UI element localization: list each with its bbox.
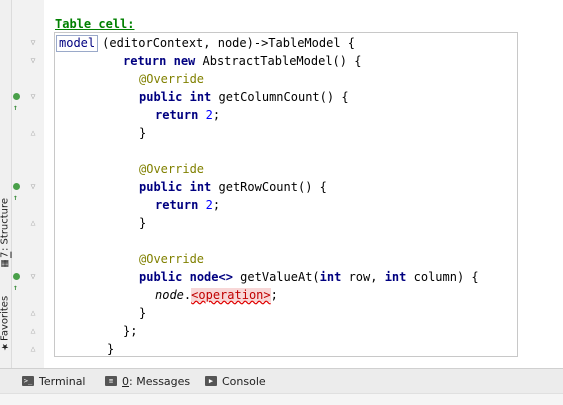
code-editor[interactable]: Table cell: model (editorContext, node)->… [44, 0, 563, 368]
console-tool-tab[interactable]: ▶ Console [205, 373, 266, 389]
left-tool-strip: ▦ 7: Structure ★ Favorites [0, 0, 12, 368]
structure-icon: ▦ [0, 257, 10, 268]
model-keyword[interactable]: model [56, 35, 99, 52]
fold-open-icon[interactable]: ▽ [29, 272, 37, 281]
table-cell-label: Table cell: [55, 17, 135, 31]
fold-open-icon[interactable]: ▽ [29, 38, 37, 47]
code-line[interactable]: }; [123, 322, 137, 340]
fold-close-icon[interactable]: △ [29, 308, 37, 317]
code-line[interactable]: } [107, 340, 114, 358]
fold-open-icon[interactable]: ▽ [29, 56, 37, 65]
terminal-tool-tab[interactable]: >_ Terminal [22, 373, 86, 389]
operation-placeholder[interactable]: <operation> [191, 288, 271, 302]
gutter-row: ▽ [12, 34, 44, 52]
messages-icon: ≡ [105, 376, 117, 386]
gutter-row: ▽ [12, 52, 44, 70]
gutter-row: △ [12, 304, 44, 322]
code-line[interactable]: } [139, 214, 146, 232]
gutter-row: ↑ ▽ [12, 268, 44, 292]
editor-gutter: ▽ ▽ ↑ ▽ △ ↑ ▽ △ ↑ ▽ △ △ △ [12, 0, 44, 368]
messages-tool-tab[interactable]: ≡ 0: Messages [105, 373, 190, 389]
favorites-tool-tab[interactable]: ★ Favorites [0, 292, 11, 356]
code-line[interactable]: model (editorContext, node)->TableModel { [56, 34, 355, 52]
code-line[interactable]: return 2; [155, 196, 220, 214]
code-line[interactable]: public int getColumnCount() { [139, 88, 349, 106]
code-line[interactable]: @Override [139, 160, 204, 178]
override-method-icon[interactable]: ↑ [13, 181, 25, 202]
fold-close-icon[interactable]: △ [29, 218, 37, 227]
gutter-row: △ [12, 340, 44, 358]
fold-close-icon[interactable]: △ [29, 344, 37, 353]
status-bar [0, 393, 563, 405]
bottom-tool-bar: >_ Terminal ≡ 0: Messages ▶ Console [0, 368, 563, 393]
code-line[interactable]: @Override [139, 70, 204, 88]
terminal-icon: >_ [22, 376, 34, 386]
fold-close-icon[interactable]: △ [29, 326, 37, 335]
gutter-row: ↑ ▽ [12, 178, 44, 202]
gutter-row: △ [12, 322, 44, 340]
code-line[interactable]: public node<> getValueAt(int row, int co… [139, 268, 479, 286]
code-line[interactable]: node.<operation>; [155, 286, 278, 304]
code-line[interactable]: return new AbstractTableModel() { [123, 52, 361, 70]
fold-close-icon[interactable]: △ [29, 128, 37, 137]
gutter-row: △ [12, 124, 44, 142]
code-line[interactable]: return 2; [155, 106, 220, 124]
console-icon: ▶ [205, 376, 217, 386]
gutter-row: ↑ ▽ [12, 88, 44, 112]
override-method-icon[interactable]: ↑ [13, 91, 25, 112]
fold-open-icon[interactable]: ▽ [29, 92, 37, 101]
fold-open-icon[interactable]: ▽ [29, 182, 37, 191]
code-line[interactable]: public int getRowCount() { [139, 178, 327, 196]
star-icon: ★ [0, 340, 10, 351]
override-method-icon[interactable]: ↑ [13, 271, 25, 292]
code-line[interactable]: } [139, 124, 146, 142]
code-line[interactable]: @Override [139, 250, 204, 268]
code-line[interactable]: } [139, 304, 146, 322]
gutter-row: △ [12, 214, 44, 232]
structure-tool-tab[interactable]: ▦ 7: Structure [0, 196, 11, 272]
